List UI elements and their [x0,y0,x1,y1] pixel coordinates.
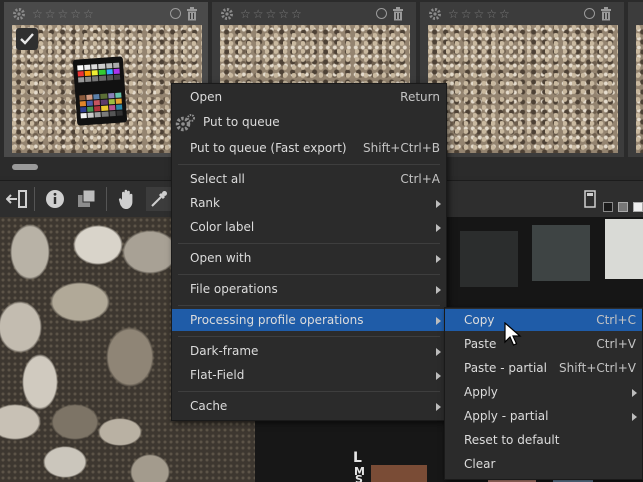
mouse-cursor-icon [504,322,522,346]
submenu-arrow-icon [632,389,637,397]
menu-item-rank[interactable]: Rank [172,192,446,214]
submenu-item-apply[interactable]: Apply [445,381,642,403]
thumbnail-header: ☆☆☆☆☆ [212,2,416,26]
rating-stars[interactable]: ☆☆☆☆☆ [240,5,304,23]
submenu-arrow-icon [436,200,441,208]
chart-letter: L [353,450,362,466]
submenu-arrow-icon [436,348,441,356]
reject-circle-icon[interactable] [376,8,387,19]
menu-separator [178,274,440,275]
reject-circle-icon[interactable] [584,8,595,19]
reject-circle-icon[interactable] [170,8,181,19]
submenu-arrow-icon [436,372,441,380]
menu-item-color-label[interactable]: Color label [172,216,446,238]
thumbnail-header: ☆☆☆☆☆ [4,2,208,26]
queue-gear-icon [175,114,195,132]
rating-stars[interactable]: ☆☆☆☆☆ [32,5,96,23]
submenu-item-copy[interactable]: Copy Ctrl+C [445,309,642,331]
trash-icon[interactable] [600,7,612,21]
submenu-arrow-icon [436,403,441,411]
color-picker-button[interactable] [146,187,172,211]
menu-item-file-operations[interactable]: File operations [172,278,446,300]
submenu-item-apply-partial[interactable]: Apply - partial [445,405,642,427]
gray-patch [460,231,518,287]
thumbnail-image[interactable] [428,25,618,153]
thumbnail-cell[interactable] [628,2,643,157]
menu-item-processing-profile-operations[interactable]: Processing profile operations [172,309,446,331]
thumbnail-image[interactable] [636,25,643,153]
processing-gear-icon [429,8,441,20]
submenu-item-paste[interactable]: Paste Ctrl+V [445,333,642,355]
selection-checkbox[interactable] [16,28,38,50]
menu-item-dark-frame[interactable]: Dark-frame [172,340,446,362]
thumbnail-header: ☆☆☆☆☆ [420,2,624,26]
menu-separator [178,391,440,392]
trash-icon[interactable] [186,7,198,21]
submenu-arrow-icon [436,255,441,263]
menu-item-open-with[interactable]: Open with [172,247,446,269]
preview-mode-icon [584,190,596,208]
menu-separator [178,336,440,337]
chart-letter: S [355,473,363,482]
menu-separator [178,164,440,165]
info-icon [46,190,64,208]
submenu-arrow-icon [436,224,441,232]
submenu-arrow-icon [436,286,441,294]
processing-gear-icon [13,8,25,20]
color-checker-chart [72,56,128,126]
processing-profile-submenu: Copy Ctrl+C Paste Ctrl+V Paste - partial… [444,307,643,480]
menu-item-cache[interactable]: Cache [172,395,446,417]
menu-item-put-to-queue[interactable]: Put to queue [172,111,446,133]
preview-channel-dark-icon[interactable] [603,202,613,212]
brown-patch [371,465,427,482]
thumbnail-cell[interactable]: ☆☆☆☆☆ [420,2,624,157]
checkmark-icon [20,33,34,45]
white-patch [605,219,643,279]
submenu-arrow-icon [632,413,637,421]
submenu-item-clear[interactable]: Clear [445,453,642,475]
info-button[interactable] [42,187,68,211]
processing-gear-icon [221,8,233,20]
eyedropper-icon [151,191,167,207]
hand-tool-button[interactable] [114,187,140,211]
menu-separator [178,243,440,244]
menu-item-flat-field[interactable]: Flat-Field [172,364,446,386]
submenu-arrow-icon [436,317,441,325]
preview-mode-button[interactable] [580,187,600,211]
submenu-item-paste-partial[interactable]: Paste - partial Shift+Ctrl+V [445,357,642,379]
toolbar-separator [106,187,107,211]
hand-icon [118,189,133,209]
trash-icon[interactable] [392,7,404,21]
submenu-item-reset-to-default[interactable]: Reset to default [445,429,642,451]
toolbar-separator [34,187,35,211]
panel-toggle-icon [6,190,27,208]
menu-item-select-all[interactable]: Select all Ctrl+A [172,168,446,190]
menu-separator [178,305,440,306]
hide-panel-button[interactable] [4,187,30,211]
rating-stars[interactable]: ☆☆☆☆☆ [448,5,512,23]
preview-channel-gray-icon[interactable] [618,202,628,212]
gray-patch [532,225,590,281]
before-after-button[interactable] [74,187,100,211]
before-after-icon [78,189,96,207]
menu-item-put-to-queue-fast[interactable]: Put to queue (Fast export) Shift+Ctrl+B [172,137,446,159]
thumbnail-context-menu: Open Return Put to queue Put to queue (F… [171,83,447,421]
menu-item-open[interactable]: Open Return [172,86,446,108]
preview-channel-light-icon[interactable] [633,202,643,212]
filmstrip-scrollbar[interactable] [12,164,38,170]
